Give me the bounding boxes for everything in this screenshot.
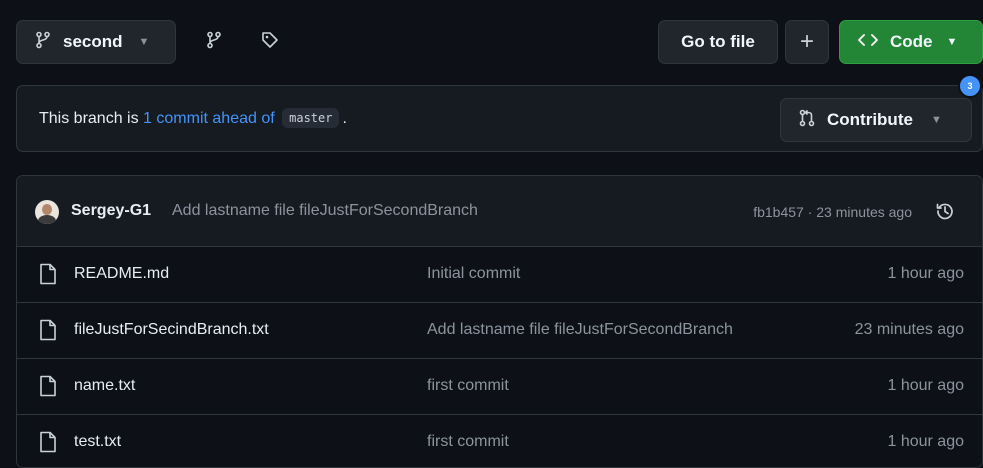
commit-hash-time[interactable]: fb1b457 · 23 minutes ago bbox=[753, 204, 912, 220]
file-row[interactable]: README.md Initial commit 1 hour ago bbox=[17, 247, 982, 303]
repo-toolbar: second ▼ Go to file + Code ▼ bbox=[0, 0, 983, 85]
file-commit-link[interactable]: first commit bbox=[427, 377, 509, 395]
notification-badge: 3 bbox=[958, 74, 982, 98]
file-icon bbox=[40, 431, 56, 453]
commits-ahead-link[interactable]: 1 commit ahead of bbox=[143, 110, 275, 127]
file-age: 1 hour ago bbox=[887, 265, 964, 282]
git-branch-icon bbox=[35, 31, 51, 54]
caret-down-icon: ▼ bbox=[138, 36, 150, 48]
file-name-link[interactable]: fileJustForSecindBranch.txt bbox=[74, 321, 269, 339]
branch-select-button[interactable]: second ▼ bbox=[16, 20, 176, 64]
file-row[interactable]: fileJustForSecindBranch.txt Add lastname… bbox=[17, 303, 982, 359]
pull-request-icon bbox=[799, 109, 815, 132]
latest-commit-bar: Sergey-G1 Add lastname file fileJustForS… bbox=[17, 176, 982, 247]
file-commit-link[interactable]: Add lastname file fileJustForSecondBranc… bbox=[427, 321, 733, 339]
add-file-button[interactable]: + bbox=[785, 20, 829, 64]
file-name-link[interactable]: README.md bbox=[74, 265, 169, 283]
file-name-link[interactable]: name.txt bbox=[74, 377, 135, 395]
commit-message-link[interactable]: Add lastname file fileJustForSecondBranc… bbox=[172, 202, 478, 220]
caret-down-icon: ▼ bbox=[930, 114, 942, 126]
file-age: 1 hour ago bbox=[887, 377, 964, 394]
file-commit-link[interactable]: Initial commit bbox=[427, 265, 520, 283]
file-icon bbox=[40, 375, 56, 397]
file-row[interactable]: name.txt first commit 1 hour ago bbox=[17, 359, 982, 415]
branch-ahead-text: This branch is 1 commit ahead of master. bbox=[39, 108, 347, 128]
file-list: Sergey-G1 Add lastname file fileJustForS… bbox=[16, 175, 983, 468]
code-brackets-icon bbox=[858, 32, 878, 52]
commit-author-link[interactable]: Sergey-G1 bbox=[71, 202, 151, 220]
git-branch-icon bbox=[206, 31, 222, 54]
file-icon bbox=[40, 263, 56, 285]
tags-link[interactable] bbox=[255, 27, 285, 57]
contribute-label: Contribute bbox=[827, 110, 913, 129]
tag-icon bbox=[261, 31, 279, 54]
repo-page: second ▼ Go to file + Code ▼ This branch… bbox=[0, 0, 983, 468]
go-to-file-button[interactable]: Go to file bbox=[658, 20, 778, 64]
file-icon bbox=[40, 319, 56, 341]
caret-down-icon: ▼ bbox=[946, 36, 958, 48]
go-to-file-label: Go to file bbox=[681, 32, 755, 51]
code-button-label: Code bbox=[890, 32, 933, 51]
file-commit-link[interactable]: first commit bbox=[427, 433, 509, 451]
file-name-link[interactable]: test.txt bbox=[74, 433, 121, 451]
base-branch-pill: master bbox=[282, 108, 340, 128]
contribute-button[interactable]: Contribute ▼ bbox=[780, 98, 972, 142]
ahead-prefix: This branch is bbox=[39, 110, 139, 127]
history-icon[interactable] bbox=[931, 197, 959, 225]
plus-icon: + bbox=[799, 28, 814, 55]
file-age: 1 hour ago bbox=[887, 433, 964, 450]
avatar[interactable] bbox=[35, 200, 59, 224]
file-row[interactable]: test.txt first commit 1 hour ago bbox=[17, 415, 982, 467]
branch-ahead-banner: This branch is 1 commit ahead of master.… bbox=[16, 85, 983, 152]
branch-select-label: second bbox=[63, 32, 123, 51]
code-button[interactable]: Code ▼ bbox=[839, 20, 983, 64]
ahead-suffix: . bbox=[342, 110, 347, 127]
branches-link[interactable] bbox=[199, 27, 229, 57]
file-age: 23 minutes ago bbox=[854, 321, 964, 338]
